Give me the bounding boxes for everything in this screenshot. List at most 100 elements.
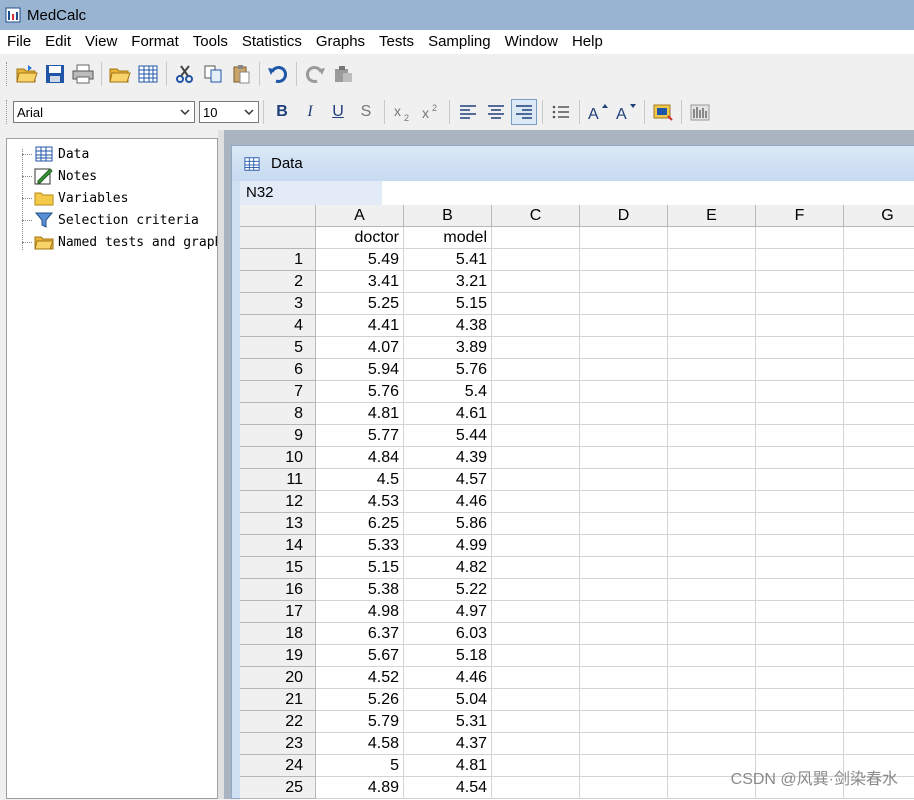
- data-cell[interactable]: 5.94: [316, 359, 404, 381]
- data-cell[interactable]: [668, 623, 756, 645]
- row-header[interactable]: 24: [240, 755, 316, 777]
- data-cell[interactable]: 3.89: [404, 337, 492, 359]
- menu-tests[interactable]: Tests: [372, 30, 421, 54]
- data-cell[interactable]: [580, 381, 668, 403]
- open-data-icon[interactable]: [107, 61, 133, 87]
- data-cell[interactable]: [756, 403, 844, 425]
- data-cell[interactable]: [844, 711, 914, 733]
- menu-statistics[interactable]: Statistics: [235, 30, 309, 54]
- data-cell[interactable]: [492, 447, 580, 469]
- row-header[interactable]: 9: [240, 425, 316, 447]
- data-cell[interactable]: 5.26: [316, 689, 404, 711]
- data-cell[interactable]: 5.76: [404, 359, 492, 381]
- data-cell[interactable]: [580, 249, 668, 271]
- tree-item-selection-criteria[interactable]: Selection criteria: [22, 209, 199, 231]
- data-cell[interactable]: [844, 381, 914, 403]
- column-chart-icon[interactable]: [687, 99, 713, 125]
- data-cell[interactable]: [668, 403, 756, 425]
- cell-color-icon[interactable]: [650, 99, 676, 125]
- data-cell[interactable]: [756, 711, 844, 733]
- cell-reference[interactable]: N32: [240, 181, 382, 205]
- data-cell[interactable]: [492, 733, 580, 755]
- data-cell[interactable]: [492, 711, 580, 733]
- data-cell[interactable]: 6.37: [316, 623, 404, 645]
- data-cell[interactable]: [756, 513, 844, 535]
- tree-item-notes[interactable]: Notes: [22, 165, 97, 187]
- data-cell[interactable]: [492, 535, 580, 557]
- data-cell[interactable]: [668, 425, 756, 447]
- align-right-icon[interactable]: [511, 99, 537, 125]
- strikethrough-button[interactable]: S: [353, 99, 379, 125]
- data-cell[interactable]: [668, 249, 756, 271]
- data-cell[interactable]: [844, 491, 914, 513]
- data-cell[interactable]: [668, 601, 756, 623]
- undo-icon[interactable]: [265, 61, 291, 87]
- data-cell[interactable]: [668, 535, 756, 557]
- data-cell[interactable]: [580, 689, 668, 711]
- copy-icon[interactable]: [200, 61, 226, 87]
- data-cell[interactable]: [668, 579, 756, 601]
- row-header[interactable]: 17: [240, 601, 316, 623]
- data-cell[interactable]: 4.39: [404, 447, 492, 469]
- data-cell[interactable]: 5.44: [404, 425, 492, 447]
- data-cell[interactable]: [580, 293, 668, 315]
- row-header[interactable]: 3: [240, 293, 316, 315]
- data-window-titlebar[interactable]: Data: [232, 146, 914, 181]
- data-cell[interactable]: [580, 535, 668, 557]
- data-cell[interactable]: [492, 601, 580, 623]
- data-cell[interactable]: 4.5: [316, 469, 404, 491]
- data-cell[interactable]: [756, 337, 844, 359]
- data-cell[interactable]: [580, 491, 668, 513]
- data-cell[interactable]: [668, 315, 756, 337]
- data-cell[interactable]: [668, 381, 756, 403]
- data-cell[interactable]: 5.41: [404, 249, 492, 271]
- data-cell[interactable]: [580, 447, 668, 469]
- data-cell[interactable]: 4.07: [316, 337, 404, 359]
- data-cell[interactable]: 5.04: [404, 689, 492, 711]
- menu-tools[interactable]: Tools: [186, 30, 235, 54]
- data-cell[interactable]: [756, 447, 844, 469]
- data-cell[interactable]: [668, 447, 756, 469]
- data-cell[interactable]: [844, 513, 914, 535]
- data-cell[interactable]: [492, 293, 580, 315]
- row-header-names[interactable]: [240, 227, 316, 249]
- row-header[interactable]: 7: [240, 381, 316, 403]
- data-cell[interactable]: 4.37: [404, 733, 492, 755]
- row-header[interactable]: 19: [240, 645, 316, 667]
- data-cell[interactable]: [580, 403, 668, 425]
- data-cell[interactable]: [668, 513, 756, 535]
- variable-name-cell[interactable]: [668, 227, 756, 249]
- data-cell[interactable]: [844, 425, 914, 447]
- data-cell[interactable]: [580, 513, 668, 535]
- data-cell[interactable]: 5.76: [316, 381, 404, 403]
- row-header[interactable]: 4: [240, 315, 316, 337]
- data-cell[interactable]: [580, 337, 668, 359]
- data-cell[interactable]: [492, 403, 580, 425]
- data-cell[interactable]: [756, 293, 844, 315]
- row-header[interactable]: 10: [240, 447, 316, 469]
- data-cell[interactable]: [580, 755, 668, 777]
- row-header[interactable]: 2: [240, 271, 316, 293]
- row-header[interactable]: 16: [240, 579, 316, 601]
- data-cell[interactable]: [580, 711, 668, 733]
- data-cell[interactable]: [580, 315, 668, 337]
- data-cell[interactable]: [580, 271, 668, 293]
- variable-name-cell[interactable]: [492, 227, 580, 249]
- data-cell[interactable]: [492, 271, 580, 293]
- data-cell[interactable]: [756, 689, 844, 711]
- data-cell[interactable]: [492, 491, 580, 513]
- variable-name-cell[interactable]: model: [404, 227, 492, 249]
- data-cell[interactable]: [844, 689, 914, 711]
- menu-file[interactable]: File: [0, 30, 38, 54]
- data-cell[interactable]: [844, 469, 914, 491]
- data-cell[interactable]: [668, 689, 756, 711]
- variable-name-cell[interactable]: doctor: [316, 227, 404, 249]
- row-header[interactable]: 14: [240, 535, 316, 557]
- data-cell[interactable]: [844, 337, 914, 359]
- row-header[interactable]: 13: [240, 513, 316, 535]
- data-cell[interactable]: [756, 623, 844, 645]
- data-cell[interactable]: [668, 557, 756, 579]
- data-cell[interactable]: [668, 271, 756, 293]
- data-cell[interactable]: [492, 557, 580, 579]
- data-cell[interactable]: [844, 667, 914, 689]
